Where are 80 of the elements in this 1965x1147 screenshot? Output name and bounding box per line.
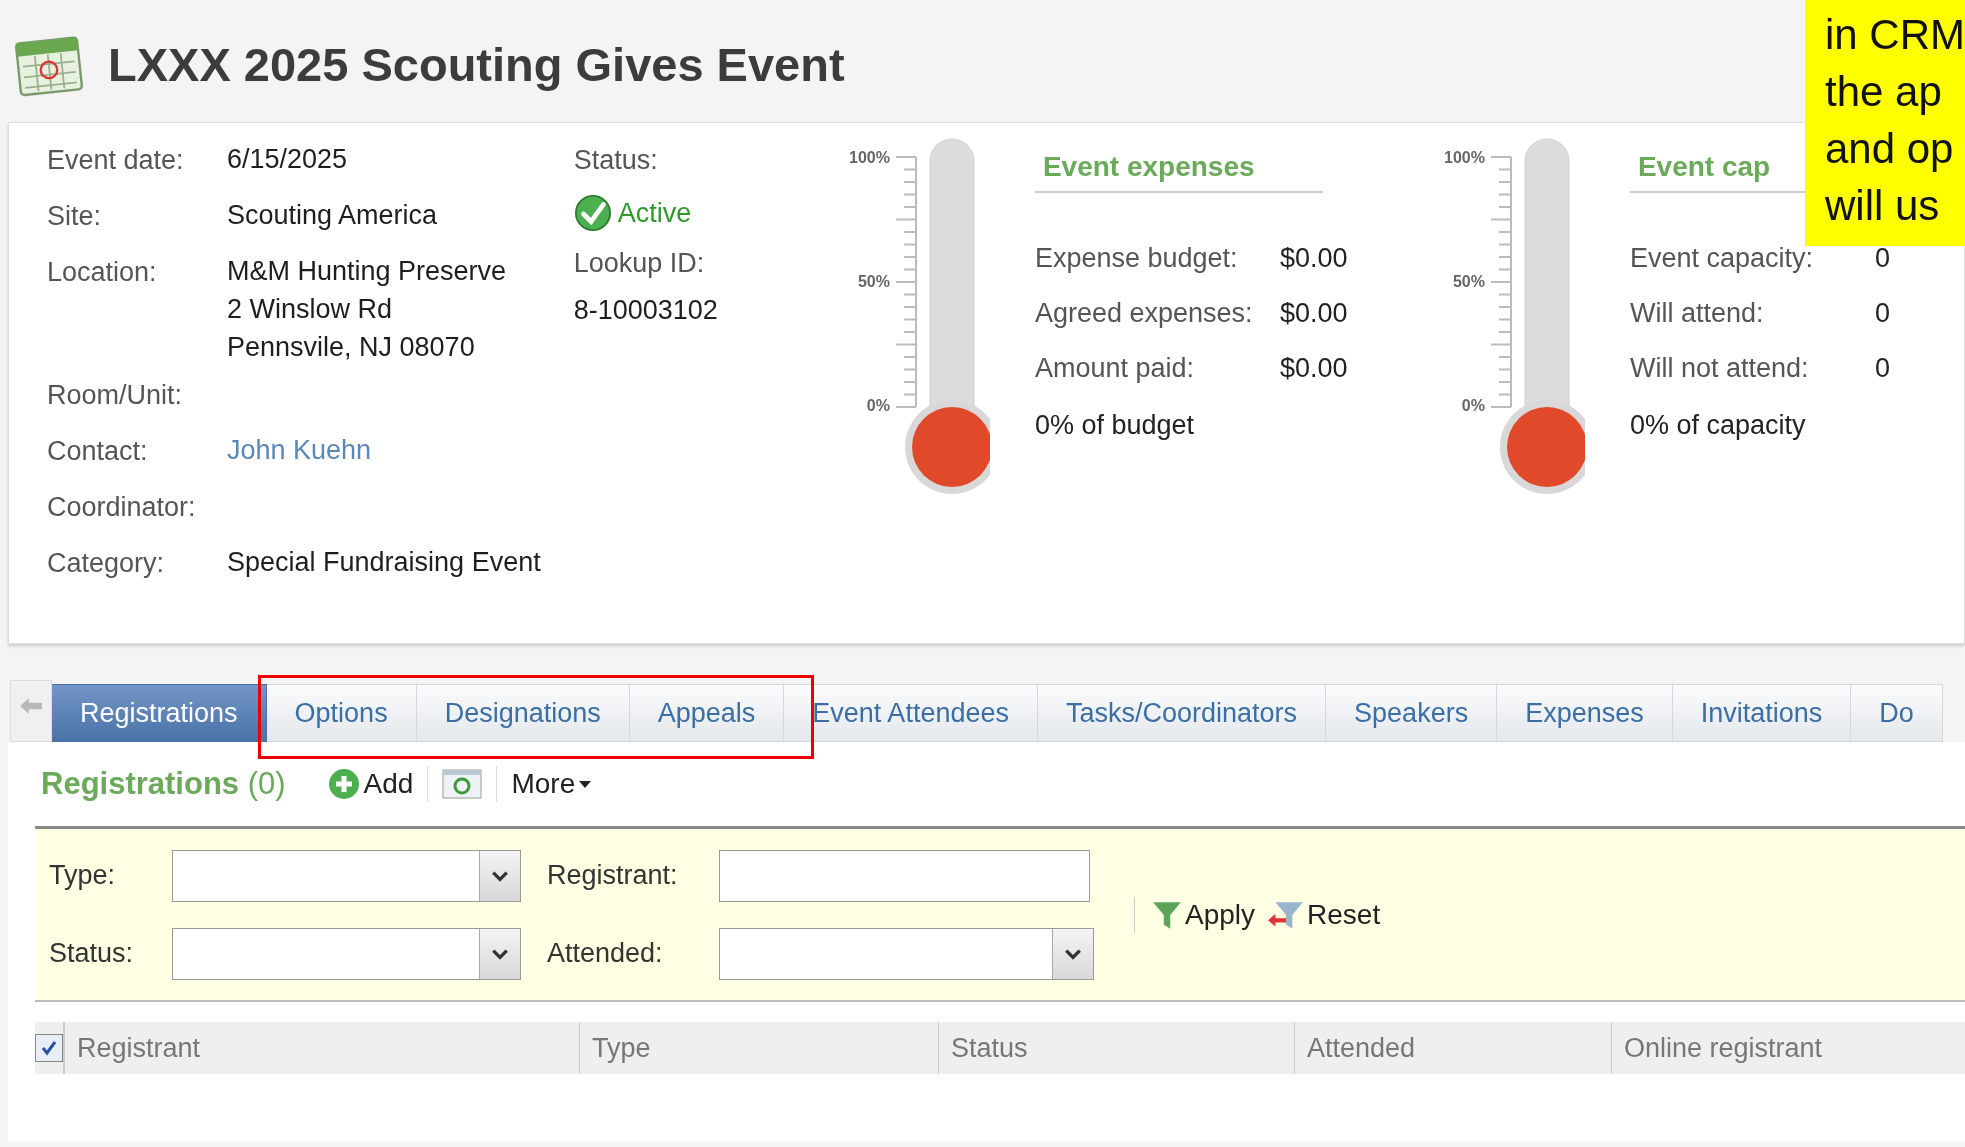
- tab[interactable]: Expenses: [1497, 684, 1673, 742]
- add-button[interactable]: Add: [327, 768, 414, 800]
- filter-label: Status:: [49, 938, 135, 969]
- reset-button[interactable]: Reset: [1267, 898, 1381, 931]
- field-value: Special Fundraising Event: [227, 546, 541, 579]
- field-value: $0.00: [1279, 298, 1348, 330]
- scale-label: 100%: [849, 149, 890, 167]
- apply-button[interactable]: Apply: [1151, 898, 1256, 931]
- chevron-down-icon: [491, 869, 509, 882]
- field-label: Will not attend:: [1629, 353, 1810, 385]
- field-value: $0.00: [1279, 353, 1348, 385]
- registrant-field[interactable]: [719, 849, 1090, 902]
- checkmark-icon: [39, 1038, 59, 1058]
- tab[interactable]: Invitations: [1672, 684, 1852, 742]
- field-value: Pennsvile, NJ 08070: [227, 331, 476, 364]
- field-value: 0: [1874, 353, 1890, 385]
- field-value: 8-10003102: [573, 294, 719, 327]
- more-menu[interactable]: More: [511, 768, 592, 800]
- page-title: LXXX 2025 Scouting Gives Event: [108, 36, 845, 92]
- scale-label: 50%: [857, 273, 890, 291]
- scale-label: 50%: [1452, 273, 1485, 291]
- column-header[interactable]: Status: [939, 1022, 1295, 1074]
- chevron-down-icon: [1064, 947, 1082, 960]
- refresh-icon[interactable]: [442, 769, 483, 799]
- field-value: 6/15/2025: [227, 143, 348, 176]
- column-header[interactable]: Attended: [1295, 1022, 1612, 1074]
- field-label: Status:: [573, 145, 659, 176]
- field-label: Event capacity:: [1629, 243, 1814, 275]
- column-header[interactable]: Registrant: [65, 1022, 580, 1074]
- field-label: Amount paid:: [1034, 353, 1196, 385]
- field-value: M&M Hunting Preserve: [227, 255, 507, 288]
- scale-label: 0%: [1461, 397, 1485, 415]
- filter-label: Type:: [49, 860, 117, 891]
- field-value: 0: [1874, 298, 1890, 330]
- annotation-note: in CRM the ap and op will us: [1805, 0, 1965, 246]
- summary-text: 0% of budget: [1034, 410, 1196, 441]
- tab[interactable]: Do: [1851, 684, 1943, 742]
- scale-label: 0%: [866, 397, 890, 415]
- field-value: Scouting America: [227, 199, 438, 232]
- back-button[interactable]: [10, 680, 52, 742]
- section-title: Registrations (0): [41, 766, 286, 802]
- tab[interactable]: Appeals: [629, 684, 785, 742]
- check-icon: [573, 194, 612, 232]
- field-label: Agreed expenses:: [1034, 298, 1254, 330]
- field-value: 2 Winslow Rd: [227, 293, 394, 326]
- section-heading: Event expenses: [1034, 145, 1323, 193]
- back-arrow-icon: [20, 697, 42, 715]
- filter-label: Attended:: [547, 938, 664, 969]
- field-label: Category:: [47, 548, 166, 580]
- field-label: Site:: [47, 201, 103, 233]
- column-header[interactable]: Type: [580, 1022, 939, 1074]
- scale-label: 100%: [1444, 149, 1485, 167]
- column-header[interactable]: Online registrant: [1612, 1022, 1965, 1074]
- tab[interactable]: Speakers: [1326, 684, 1498, 742]
- plus-icon: [327, 768, 360, 800]
- field-label: Lookup ID:: [573, 248, 706, 279]
- field-label: Contact:: [47, 436, 149, 468]
- field-label: Location:: [47, 257, 158, 289]
- select-all-checkbox[interactable]: [35, 1034, 63, 1062]
- field-label: Will attend:: [1629, 298, 1765, 330]
- tab[interactable]: Tasks/Coordinators: [1037, 684, 1327, 742]
- type-dropdown[interactable]: [172, 849, 521, 902]
- field-value: 0: [1874, 243, 1890, 275]
- tab[interactable]: Registrations: [52, 684, 267, 742]
- chevron-down-icon: [491, 947, 509, 960]
- field-label: Event date:: [47, 145, 185, 177]
- caret-icon: [579, 780, 592, 788]
- status-value: Active: [617, 197, 692, 229]
- summary-text: 0% of capacity: [1629, 410, 1807, 441]
- tab[interactable]: Designations: [416, 684, 630, 742]
- attended-dropdown[interactable]: [719, 927, 1094, 980]
- field-label: Expense budget:: [1034, 243, 1239, 275]
- field-value: $0.00: [1279, 243, 1348, 275]
- status-dropdown[interactable]: [172, 927, 521, 980]
- contact-link[interactable]: John Kuehn: [227, 431, 372, 469]
- tab[interactable]: Options: [266, 684, 417, 742]
- field-label: Coordinator:: [47, 492, 197, 524]
- field-label: Room/Unit:: [47, 380, 184, 412]
- filter-label: Registrant:: [547, 860, 679, 891]
- tab[interactable]: Event Attendees: [784, 684, 1038, 742]
